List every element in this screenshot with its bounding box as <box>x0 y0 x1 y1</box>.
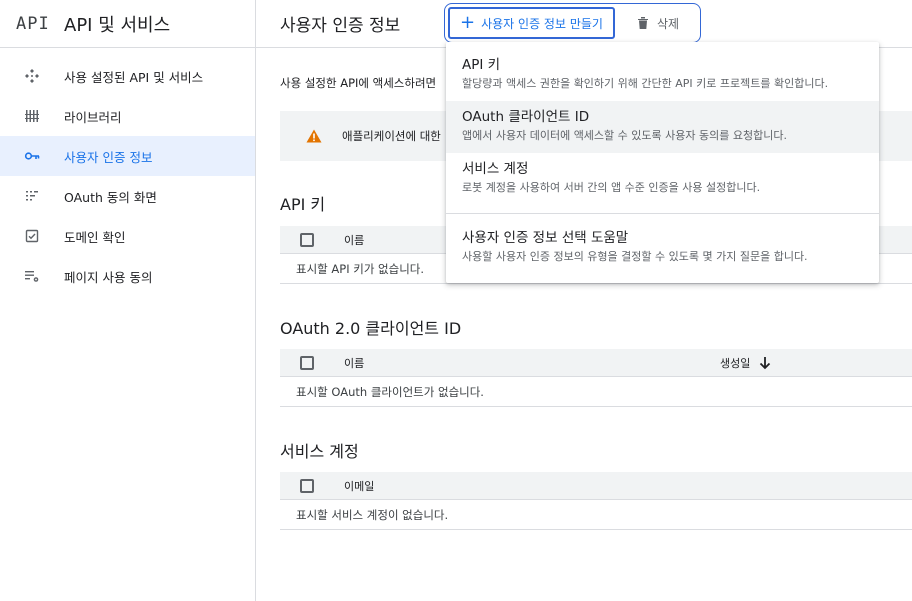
select-all-checkbox[interactable] <box>300 232 314 247</box>
page-title: 사용자 인증 정보 <box>280 16 401 36</box>
trash-icon <box>637 17 648 29</box>
menu-item-title: 서비스 계정 <box>462 161 529 177</box>
menu-item-desc: 로봇 계정을 사용하여 서버 간의 앱 수준 인증을 사용 설정합니다. <box>462 181 761 194</box>
empty-message: 표시할 OAuth 클라이언트가 없습니다. <box>280 377 912 407</box>
delete-label: 삭제 <box>656 16 680 31</box>
menu-item-title: 사용자 인증 정보 선택 도움말 <box>462 230 629 246</box>
sidebar-item-label: 라이브러리 <box>64 109 122 125</box>
table-header: 이름 생성일 <box>280 349 912 377</box>
arrow-down-icon <box>760 356 771 369</box>
sidebar-item-enabled-apis[interactable]: 사용 설정된 API 및 서비스 <box>0 56 255 96</box>
sidebar-item-oauth-consent[interactable]: OAuth 동의 화면 <box>0 176 255 216</box>
menu-item-desc: 앱에서 사용자 데이터에 액세스할 수 있도록 사용자 동의를 요청합니다. <box>462 129 787 142</box>
create-credentials-label: 사용자 인증 정보 만들기 <box>481 16 603 31</box>
sidebar-item-label: OAuth 동의 화면 <box>64 189 157 205</box>
top-bar: 사용자 인증 정보 + 사용자 인증 정보 만들기 삭제 <box>256 0 912 48</box>
menu-item-title: OAuth 클라이언트 ID <box>462 109 590 125</box>
service-accounts-title: 서비스 계정 <box>280 442 359 461</box>
dashboard-icon <box>25 69 39 83</box>
sidebar-nav: 사용 설정된 API 및 서비스 라이브러리 사용자 인증 정보 OAuth 동… <box>0 48 255 296</box>
sidebar-item-page-usage-agreements[interactable]: 페이지 사용 동의 <box>0 256 255 296</box>
service-accounts-table: 이메일 표시할 서비스 계정이 없습니다. <box>280 472 912 530</box>
menu-item-title: API 키 <box>462 57 501 73</box>
api-logo: API <box>16 13 50 34</box>
column-created[interactable]: 생성일 <box>720 355 772 371</box>
column-email: 이메일 <box>344 479 375 493</box>
sidebar-item-library[interactable]: 라이브러리 <box>0 96 255 136</box>
menu-item-desc: 할당량과 액세스 권한을 확인하기 위해 간단한 API 키로 프로젝트를 확인… <box>462 77 829 90</box>
empty-message: 표시할 서비스 계정이 없습니다. <box>280 500 912 530</box>
column-name: 이름 <box>344 233 365 247</box>
select-all-checkbox[interactable] <box>300 478 314 493</box>
brand-header: API API 및 서비스 <box>0 0 255 48</box>
brand-title: API 및 서비스 <box>64 14 171 36</box>
checkbox-icon <box>25 229 39 243</box>
menu-item-oauth-client-id[interactable]: OAuth 클라이언트 ID 앱에서 사용자 데이터에 액세스할 수 있도록 사… <box>446 101 879 153</box>
column-name: 이름 <box>344 356 365 370</box>
select-all-checkbox[interactable] <box>300 355 314 370</box>
create-credentials-button[interactable]: + 사용자 인증 정보 만들기 <box>448 7 615 39</box>
oauth-table: 이름 생성일 표시할 OAuth 클라이언트가 없습니다. <box>280 349 912 407</box>
warning-text: 애플리케이션에 대한 <box>342 129 441 143</box>
warning-icon <box>306 129 322 143</box>
plus-icon: + <box>460 12 476 33</box>
sidebar: API API 및 서비스 사용 설정된 API 및 서비스 라이브러리 사용자… <box>0 0 256 601</box>
menu-item-service-account[interactable]: 서비스 계정 로봇 계정을 사용하여 서버 간의 앱 수준 인증을 사용 설정합… <box>446 153 879 205</box>
delete-button[interactable]: 삭제 <box>637 15 679 32</box>
api-keys-title: API 키 <box>280 195 326 214</box>
table-header: 이메일 <box>280 472 912 500</box>
consent-icon <box>26 191 38 201</box>
sidebar-item-label: 사용자 인증 정보 <box>64 149 153 165</box>
settings-list-icon <box>25 271 39 282</box>
key-icon <box>24 152 40 160</box>
menu-item-help-me-choose[interactable]: 사용자 인증 정보 선택 도움말 사용할 사용자 인증 정보의 유형을 결정할 … <box>446 222 879 274</box>
sidebar-item-label: 사용 설정된 API 및 서비스 <box>64 69 204 85</box>
sidebar-item-label: 페이지 사용 동의 <box>64 269 153 285</box>
menu-item-desc: 사용할 사용자 인증 정보의 유형을 결정할 수 있도록 몇 가지 질문을 합니… <box>462 250 808 263</box>
menu-divider <box>446 213 879 214</box>
sidebar-item-domain-verification[interactable]: 도메인 확인 <box>0 216 255 256</box>
sidebar-item-label: 도메인 확인 <box>64 229 126 245</box>
sidebar-item-credentials[interactable]: 사용자 인증 정보 <box>0 136 255 176</box>
library-icon <box>25 110 39 122</box>
create-credentials-menu: API 키 할당량과 액세스 권한을 확인하기 위해 간단한 API 키로 프로… <box>446 42 879 283</box>
menu-item-api-key[interactable]: API 키 할당량과 액세스 권한을 확인하기 위해 간단한 API 키로 프로… <box>446 49 879 101</box>
oauth-title: OAuth 2.0 클라이언트 ID <box>280 319 462 338</box>
action-group: + 사용자 인증 정보 만들기 삭제 <box>444 3 701 43</box>
column-created-label: 생성일 <box>720 356 751 370</box>
intro-text: 사용 설정한 API에 액세스하려면 <box>280 76 437 90</box>
